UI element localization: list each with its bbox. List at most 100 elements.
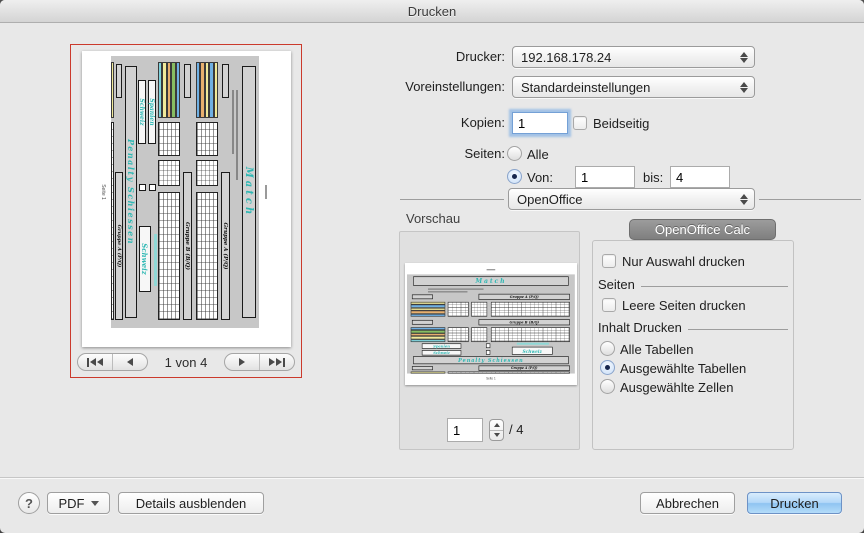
- sheet-page-footer: Seite 1: [407, 377, 575, 381]
- sheet-group-b-colored-rows: [411, 327, 446, 342]
- pages-all-radio[interactable]: [507, 146, 522, 161]
- pdf-menu-button[interactable]: PDF: [47, 492, 110, 514]
- sheet-group-a2-subhead: [412, 366, 433, 370]
- pages-range-radio[interactable]: [507, 169, 522, 184]
- sheet-mini-box: [139, 184, 146, 191]
- sheet-group-a-colored-rows: [196, 62, 218, 118]
- sheet-meta-line: [232, 90, 234, 154]
- sheet-preview: Match Gruppe A (P/Q) Gruppe B (B/Q) Span…: [407, 265, 575, 383]
- sheet-body: Match Gruppe A (P/Q) Gruppe B (B/Q) Span…: [407, 274, 575, 373]
- sheet-label-schweiz: Schweiz: [422, 350, 461, 355]
- popup-arrows-icon: [737, 82, 750, 93]
- copies-label: Kopien:: [335, 112, 505, 134]
- previous-page-icon: [127, 358, 133, 366]
- sheet-group-b-colored-rows: [158, 62, 180, 118]
- sheet-meta-line: [428, 291, 467, 292]
- sheet-group-b-subhead: [412, 320, 433, 325]
- sheet-group-b-subhead: [184, 64, 191, 98]
- last-page-button[interactable]: [259, 354, 294, 370]
- sheet-header-mark: [265, 185, 267, 199]
- sheet-page-footer: Seite 1: [100, 56, 106, 328]
- sheet-meta-line: [236, 90, 238, 180]
- sheet-group-a2-subhead: [116, 64, 122, 98]
- popup-arrows-icon: [737, 194, 750, 205]
- sheet-teal-bar: [517, 343, 549, 345]
- empty-pages-checkbox[interactable]: [602, 298, 616, 312]
- sheet-label-schweiz-right: Schweiz: [139, 226, 151, 292]
- sheet-label-spanien: Spanien: [422, 343, 461, 348]
- preview-page-input[interactable]: [447, 418, 483, 442]
- selected-tables-radio[interactable]: [600, 360, 615, 375]
- selected-cells-radio[interactable]: [600, 379, 615, 394]
- calc-options-tab[interactable]: OpenOffice Calc: [629, 219, 776, 240]
- empty-pages-label: Leere Seiten drucken: [622, 298, 746, 313]
- sheet-group-a-colored-rows: [411, 302, 446, 317]
- window-title: Drucken: [0, 0, 864, 23]
- sheet-group-a-grid: [196, 122, 218, 156]
- sheet-mini-box: [149, 184, 156, 191]
- pages-group-header: Seiten: [598, 277, 788, 292]
- hide-details-button[interactable]: Details ausblenden: [118, 492, 264, 514]
- previous-page-button[interactable]: [112, 354, 147, 370]
- sheet-group-a2-colored-row: [111, 62, 114, 118]
- print-button[interactable]: Drucken: [747, 492, 842, 514]
- sheet-body: Match Gruppe A (P/Q) Gruppe B (B/Q) Span…: [111, 56, 259, 328]
- sheet-group-a-grid: [196, 192, 218, 320]
- sheet-group-a-grid: [196, 160, 218, 186]
- sheet-group-a-subhead: [412, 294, 433, 299]
- page-indicator: 1 von 4: [165, 355, 208, 370]
- printer-popup[interactable]: 192.168.178.24: [512, 46, 755, 68]
- pages-label: Seiten:: [335, 143, 505, 165]
- only-selection-checkbox[interactable]: [602, 254, 616, 268]
- sheet-preview: Match Gruppe A (P/Q) Gruppe B (B/Q) Span…: [97, 56, 273, 328]
- sheet-group-b-grid: [448, 327, 469, 342]
- sheet-group-a-grid: [471, 302, 487, 317]
- footer-separator: [0, 477, 864, 478]
- page-stepper: [489, 419, 504, 441]
- sheet-mini-box: [486, 343, 490, 348]
- sheet-group-b-grid: [471, 327, 487, 342]
- page-thumbnail-panel: Match Gruppe A (P/Q) Gruppe B (B/Q) Span…: [70, 44, 302, 378]
- sheet-group-a-header: Gruppe A (P/Q): [221, 172, 230, 320]
- rotated-sheet-mount: Match Gruppe A (P/Q) Gruppe B (B/Q) Span…: [97, 56, 273, 328]
- printer-label: Drucker:: [335, 46, 505, 68]
- popup-arrows-icon: [737, 52, 750, 63]
- app-options-popup[interactable]: OpenOffice: [508, 188, 755, 210]
- all-tables-radio[interactable]: [600, 341, 615, 356]
- all-tables-label: Alle Tabellen: [620, 342, 693, 357]
- pages-from-input[interactable]: [575, 166, 635, 188]
- sheet-group-b-grid: [158, 192, 180, 320]
- sheet-label-spanien: Spanien: [148, 80, 156, 144]
- sheet-title: Match: [413, 276, 568, 285]
- popup-separator-left: [400, 199, 504, 200]
- cancel-button[interactable]: Abbrechen: [640, 492, 735, 514]
- content-group-header: Inhalt Drucken: [598, 320, 788, 335]
- pages-to-input[interactable]: [670, 166, 730, 188]
- pages-from-label: Von:: [527, 170, 553, 185]
- sheet-group-a-grid: [491, 302, 570, 317]
- sheet-label-schweiz-right: Schweiz: [512, 347, 553, 355]
- sheet-title: Match: [242, 66, 256, 318]
- preview-page-landscape: Match Gruppe A (P/Q) Gruppe B (B/Q) Span…: [405, 263, 577, 385]
- selected-cells-label: Ausgewählte Zellen: [620, 380, 733, 395]
- next-page-button[interactable]: [225, 354, 259, 370]
- twosided-checkbox[interactable]: [573, 116, 587, 130]
- copies-input[interactable]: [512, 112, 568, 134]
- sheet-group-a-header: Gruppe A (P/Q): [479, 294, 570, 300]
- presets-popup[interactable]: Standardeinstellungen: [512, 76, 755, 98]
- sheet-penalty-title: Penalty Schiessen: [413, 356, 568, 364]
- first-page-button[interactable]: [78, 354, 112, 370]
- stepper-up-button[interactable]: [490, 420, 503, 430]
- last-page-icon: [283, 358, 285, 367]
- page-total: / 4: [509, 422, 523, 437]
- stepper-down-button[interactable]: [490, 430, 503, 441]
- sheet-group-b-header: Gruppe B (B/Q): [479, 319, 570, 325]
- sheet-group-a2-header: Gruppe A (P/Q): [115, 172, 123, 320]
- help-button[interactable]: ?: [18, 492, 40, 514]
- sheet-penalty-title: Penalty Schiessen: [125, 66, 137, 318]
- sheet-group-a2-grid: [111, 122, 114, 320]
- sheet-label-schweiz: Schweiz: [138, 80, 146, 144]
- thumbnail-pager: 1 von 4: [71, 352, 301, 372]
- sheet-group-b-header: Gruppe B (B/Q): [183, 172, 192, 320]
- page-thumbnail-portrait[interactable]: Match Gruppe A (P/Q) Gruppe B (B/Q) Span…: [82, 51, 291, 347]
